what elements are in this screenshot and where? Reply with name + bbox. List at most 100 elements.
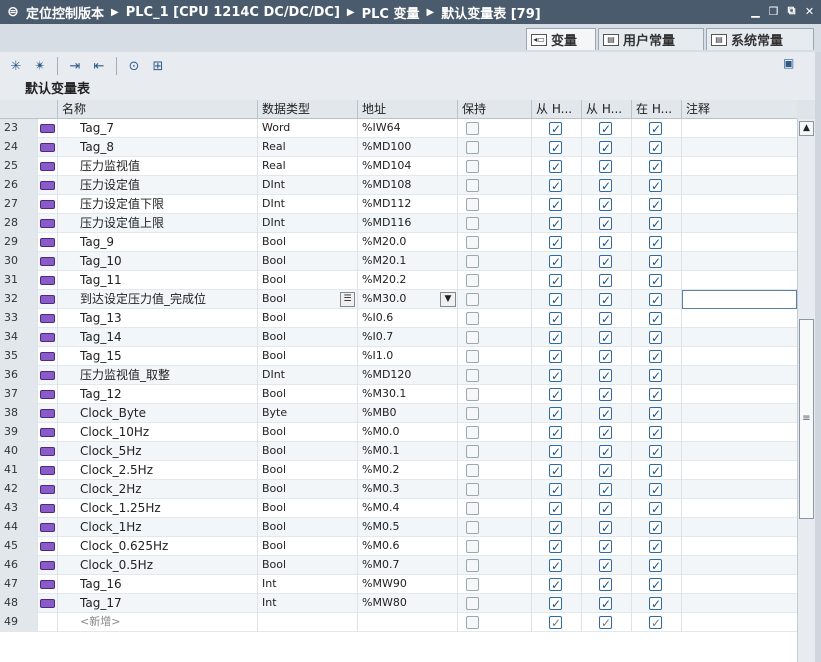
from-hmi-checkbox[interactable] [549,329,562,347]
menu-icon[interactable]: ⊜ [0,4,26,20]
retain-checkbox[interactable] [466,483,479,496]
tag-address[interactable]: %MW80 [358,594,458,613]
row-number[interactable]: 45 [0,537,38,556]
in-hmi-checkbox[interactable] [649,196,662,214]
from-hmi-checkbox[interactable] [549,196,562,214]
in-hmi-checkbox[interactable] [649,234,662,252]
from-hmi-2-checkbox[interactable] [599,595,612,613]
from-hmi-2-checkbox[interactable] [599,215,612,233]
in-hmi-checkbox[interactable] [649,177,662,195]
row-number[interactable]: 49 [0,613,38,632]
tag-address[interactable]: %M0.3 [358,480,458,499]
tag-comment[interactable] [682,613,797,632]
table-row[interactable]: 48 Tag_17 Int %MW80 [0,594,797,613]
tag-comment[interactable] [682,309,797,328]
tag-datatype[interactable]: Bool [258,442,358,461]
table-row[interactable]: 34 Tag_14 Bool %I0.7 [0,328,797,347]
float-icon[interactable]: ⧉ [784,3,799,19]
row-number[interactable]: 30 [0,252,38,271]
from-hmi-2-checkbox[interactable] [599,481,612,499]
table-row[interactable]: 25 压力监视值 Real %MD104 [0,157,797,176]
retain-checkbox[interactable] [466,445,479,458]
tag-comment[interactable] [682,461,797,480]
tag-comment[interactable] [682,328,797,347]
datatype-picker-icon[interactable]: ☰ [340,292,355,307]
retain-checkbox[interactable] [466,407,479,420]
tag-name[interactable]: Clock_Byte [58,404,258,423]
tag-datatype[interactable]: Real [258,157,358,176]
tag-address[interactable]: %M0.4 [358,499,458,518]
in-hmi-checkbox[interactable] [649,329,662,347]
tag-comment[interactable] [682,556,797,575]
breadcrumb-plc[interactable]: PLC_1 [CPU 1214C DC/DC/DC] [126,5,340,20]
tag-datatype[interactable]: Bool [258,328,358,347]
tag-address[interactable]: %M0.5 [358,518,458,537]
retain-checkbox[interactable] [466,350,479,363]
tag-datatype[interactable]: Bool [258,271,358,290]
tag-address[interactable]: %M20.1 [358,252,458,271]
from-hmi-checkbox[interactable] [549,405,562,423]
from-hmi-checkbox[interactable] [549,481,562,499]
retain-checkbox[interactable] [466,122,479,135]
close-icon[interactable]: ✕ [802,3,817,19]
retain-checkbox[interactable] [466,540,479,553]
row-number[interactable]: 46 [0,556,38,575]
row-number[interactable]: 23 [0,119,38,138]
tag-name[interactable]: Clock_0.5Hz [58,556,258,575]
in-hmi-checkbox[interactable] [649,139,662,157]
from-hmi-checkbox[interactable] [549,291,562,309]
row-number[interactable]: 44 [0,518,38,537]
in-hmi-checkbox[interactable] [649,424,662,442]
row-number[interactable]: 38 [0,404,38,423]
row-number[interactable]: 41 [0,461,38,480]
in-hmi-checkbox[interactable] [649,614,662,632]
header-datatype[interactable]: 数据类型 [258,100,358,119]
from-hmi-checkbox[interactable] [549,234,562,252]
in-hmi-checkbox[interactable] [649,272,662,290]
row-number[interactable]: 40 [0,442,38,461]
retain-checkbox[interactable] [466,217,479,230]
tag-address[interactable]: %MD120 [358,366,458,385]
table-row[interactable]: 46 Clock_0.5Hz Bool %M0.7 [0,556,797,575]
from-hmi-checkbox[interactable] [549,215,562,233]
retain-checkbox[interactable] [466,369,479,382]
retain-checkbox[interactable] [466,426,479,439]
in-hmi-checkbox[interactable] [649,348,662,366]
from-hmi-2-checkbox[interactable] [599,329,612,347]
table-row[interactable]: 29 Tag_9 Bool %M20.0 [0,233,797,252]
table-row[interactable]: 40 Clock_5Hz Bool %M0.1 [0,442,797,461]
tag-comment[interactable] [682,271,797,290]
tag-comment[interactable] [682,404,797,423]
tag-comment[interactable] [682,252,797,271]
in-hmi-checkbox[interactable] [649,443,662,461]
retain-checkbox[interactable] [466,559,479,572]
row-number[interactable]: 32 [0,290,38,309]
from-hmi-2-checkbox[interactable] [599,120,612,138]
tag-datatype[interactable] [258,613,358,632]
in-hmi-checkbox[interactable] [649,158,662,176]
from-hmi-checkbox[interactable] [549,310,562,328]
tag-address[interactable]: %MD108 [358,176,458,195]
table-row[interactable]: 24 Tag_8 Real %MD100 [0,138,797,157]
tag-name[interactable]: Tag_12 [58,385,258,404]
row-number[interactable]: 34 [0,328,38,347]
in-hmi-checkbox[interactable] [649,367,662,385]
from-hmi-checkbox[interactable] [549,443,562,461]
tag-comment[interactable] [682,195,797,214]
from-hmi-2-checkbox[interactable] [599,462,612,480]
tag-name[interactable]: Clock_2Hz [58,480,258,499]
table-row[interactable]: 47 Tag_16 Int %MW90 [0,575,797,594]
retain-checkbox[interactable] [466,141,479,154]
row-number[interactable]: 31 [0,271,38,290]
tag-name[interactable]: Tag_10 [58,252,258,271]
tag-comment[interactable] [682,385,797,404]
retain-checkbox[interactable] [466,236,479,249]
tab-system-constants[interactable]: ▤ 系统常量 [706,28,814,50]
retain-checkbox[interactable] [466,616,479,629]
insert-row-icon[interactable]: ✴ [30,56,50,76]
export-icon[interactable]: ⇥ [65,56,85,76]
tab-tags[interactable]: ◂▭ 变量 [526,28,596,50]
tag-comment[interactable] [682,423,797,442]
tag-address[interactable]: %I1.0 [358,347,458,366]
in-hmi-checkbox[interactable] [649,462,662,480]
